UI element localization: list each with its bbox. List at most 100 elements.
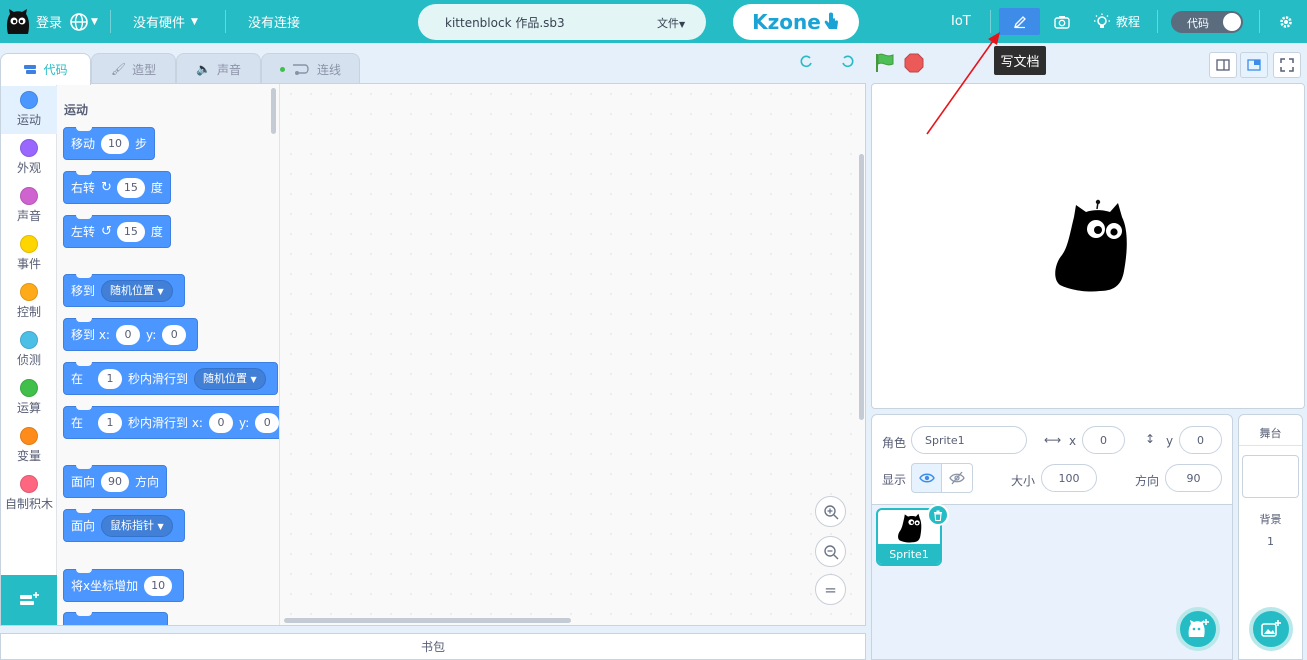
steps-input[interactable]: 10 (101, 133, 130, 154)
settings-button[interactable] (1279, 0, 1293, 43)
target-dropdown[interactable]: 鼠标指针 ▼ (101, 514, 173, 537)
x-label: x (1069, 434, 1077, 448)
kzone-button[interactable]: Kzone (733, 4, 859, 40)
block-text: 右转 (71, 181, 96, 195)
category-item[interactable]: 变量 (1, 422, 57, 470)
tab-costumes[interactable]: 🖌 造型 (91, 53, 176, 84)
kitten-logo[interactable] (5, 0, 31, 43)
block-change-x[interactable]: 将x坐标增加 10 (63, 569, 185, 602)
sprite-name-input[interactable]: Sprite1 (911, 426, 1027, 454)
file-menu[interactable]: 文件▼ (657, 15, 685, 31)
category-color-icon (20, 379, 38, 397)
degrees-input[interactable]: 15 (116, 221, 145, 242)
delete-sprite-button[interactable] (927, 504, 949, 526)
block-turn-left[interactable]: 左转 ↺ 15 度 (63, 215, 171, 248)
zoom-reset-button[interactable]: = (815, 574, 846, 605)
script-workspace[interactable] (281, 84, 865, 625)
language-menu[interactable]: ▼ (69, 0, 98, 43)
category-item[interactable]: 声音 (1, 182, 57, 230)
show-sprite-button[interactable] (911, 463, 942, 493)
category-color-icon (20, 475, 38, 493)
globe-icon (70, 12, 88, 31)
change-x-input[interactable]: 10 (144, 575, 173, 596)
block-move-steps[interactable]: 移动 10 步 (63, 127, 156, 160)
zoom-in-button[interactable] (815, 496, 846, 527)
block-partial[interactable] (63, 612, 168, 625)
y-input[interactable]: 0 (162, 324, 187, 345)
connection-menu[interactable]: 没有连接 (248, 0, 300, 43)
small-stage-button[interactable] (1209, 52, 1237, 78)
stage-thumbnail[interactable] (1242, 455, 1299, 498)
seconds-input[interactable]: 1 (98, 368, 123, 389)
lightbulb-icon (1094, 13, 1110, 28)
zoom-out-icon (823, 544, 838, 559)
block-point-direction[interactable]: 面向 90 方向 (63, 465, 168, 498)
size-input[interactable]: 100 (1041, 464, 1097, 492)
workspace-vertical-scrollbar[interactable] (859, 154, 864, 420)
block-point-towards[interactable]: 面向 鼠标指针 ▼ (63, 509, 185, 542)
connection-dot-icon (279, 66, 285, 72)
large-stage-button[interactable] (1240, 52, 1268, 78)
category-color-icon (20, 427, 38, 445)
caret-down-icon: ▼ (679, 20, 686, 29)
category-label: 运算 (16, 401, 41, 415)
block-turn-right[interactable]: 右转 ↻ 15 度 (63, 171, 171, 204)
block-go-to[interactable]: 移到 随机位置 ▼ (63, 274, 185, 307)
category-item[interactable]: 事件 (1, 230, 57, 278)
direction-input[interactable]: 90 (101, 471, 130, 492)
block-glide-to-xy[interactable]: 在 1 秒内滑行到 x: 0 y: 0 (63, 406, 279, 439)
pencil-icon (1013, 15, 1026, 28)
category-item[interactable]: 运动 (1, 86, 57, 134)
target-dropdown[interactable]: 随机位置 ▼ (101, 279, 173, 302)
chevron-down-icon: ▼ (91, 16, 98, 27)
direction-input[interactable]: 90 (1165, 464, 1222, 492)
screenshot-button[interactable] (1054, 0, 1070, 43)
target-dropdown[interactable]: 随机位置 ▼ (194, 367, 266, 390)
category-item[interactable]: 运算 (1, 374, 57, 422)
small-stage-icon (1216, 59, 1230, 71)
code-mode-toggle[interactable]: 代码 (1171, 11, 1243, 33)
block-text: 在 (71, 372, 84, 386)
hide-sprite-button[interactable] (942, 463, 973, 493)
toggle-knob (1223, 13, 1241, 31)
degrees-input[interactable]: 15 (116, 177, 145, 198)
zoom-out-button[interactable] (815, 536, 846, 567)
workspace-horizontal-scrollbar[interactable] (284, 618, 571, 623)
tab-wiring[interactable]: 连线 (261, 53, 360, 84)
add-backdrop-button[interactable] (1249, 607, 1293, 651)
y-input[interactable]: 0 (255, 412, 279, 433)
x-position-input[interactable]: 0 (1082, 426, 1125, 454)
block-text: 移到 (71, 284, 96, 298)
code-toggle-label: 代码 (1187, 17, 1209, 30)
category-menu: 运动 外观 声音 事件 控制 侦测运算变量 自制积木 (1, 84, 57, 625)
block-glide-to[interactable]: 在 1 秒内滑行到 随机位置 ▼ (63, 362, 278, 395)
tab-code[interactable]: 代码 (0, 53, 91, 85)
x-input[interactable]: 0 (208, 412, 233, 433)
add-extension-button[interactable] (1, 575, 57, 625)
add-sprite-button[interactable] (1176, 607, 1220, 651)
category-item[interactable]: 控制 (1, 278, 57, 326)
code-editor: 运动 外观 声音 事件 控制 侦测运算变量 自制积木 运动 移动 10 步 右转 ↻ 15 … (0, 83, 866, 626)
project-name-input[interactable]: kittenblock 作品.sb3 (445, 14, 565, 31)
seconds-input[interactable]: 1 (98, 412, 123, 433)
hardware-menu[interactable]: 没有硬件 ▼ (133, 0, 198, 43)
brush-icon: 🖌 (110, 62, 127, 76)
fullscreen-button[interactable] (1273, 52, 1301, 78)
category-item[interactable]: 自制积木 (1, 470, 57, 518)
horizontal-arrow-icon: ⟷ (1044, 433, 1062, 447)
redo-button[interactable] (840, 54, 854, 71)
x-input[interactable]: 0 (115, 324, 140, 345)
category-item[interactable]: 侦测 (1, 326, 57, 374)
tab-sounds[interactable]: 🔈 声音 (176, 53, 261, 84)
category-item[interactable]: 外观 (1, 134, 57, 182)
palette-scrollbar[interactable] (271, 88, 276, 134)
block-go-to-xy[interactable]: 移到 x: 0 y: 0 (63, 318, 199, 351)
login-button[interactable]: 登录 (36, 0, 62, 43)
tutorial-button[interactable]: 教程 (1093, 0, 1140, 43)
y-position-input[interactable]: 0 (1179, 426, 1222, 454)
undo-button[interactable] (800, 54, 814, 71)
project-title-box: kittenblock 作品.sb3 文件▼ (418, 4, 706, 40)
backpack-panel[interactable]: 书包 (0, 633, 866, 660)
fullscreen-icon (1280, 58, 1294, 72)
green-flag-button[interactable] (874, 52, 896, 77)
